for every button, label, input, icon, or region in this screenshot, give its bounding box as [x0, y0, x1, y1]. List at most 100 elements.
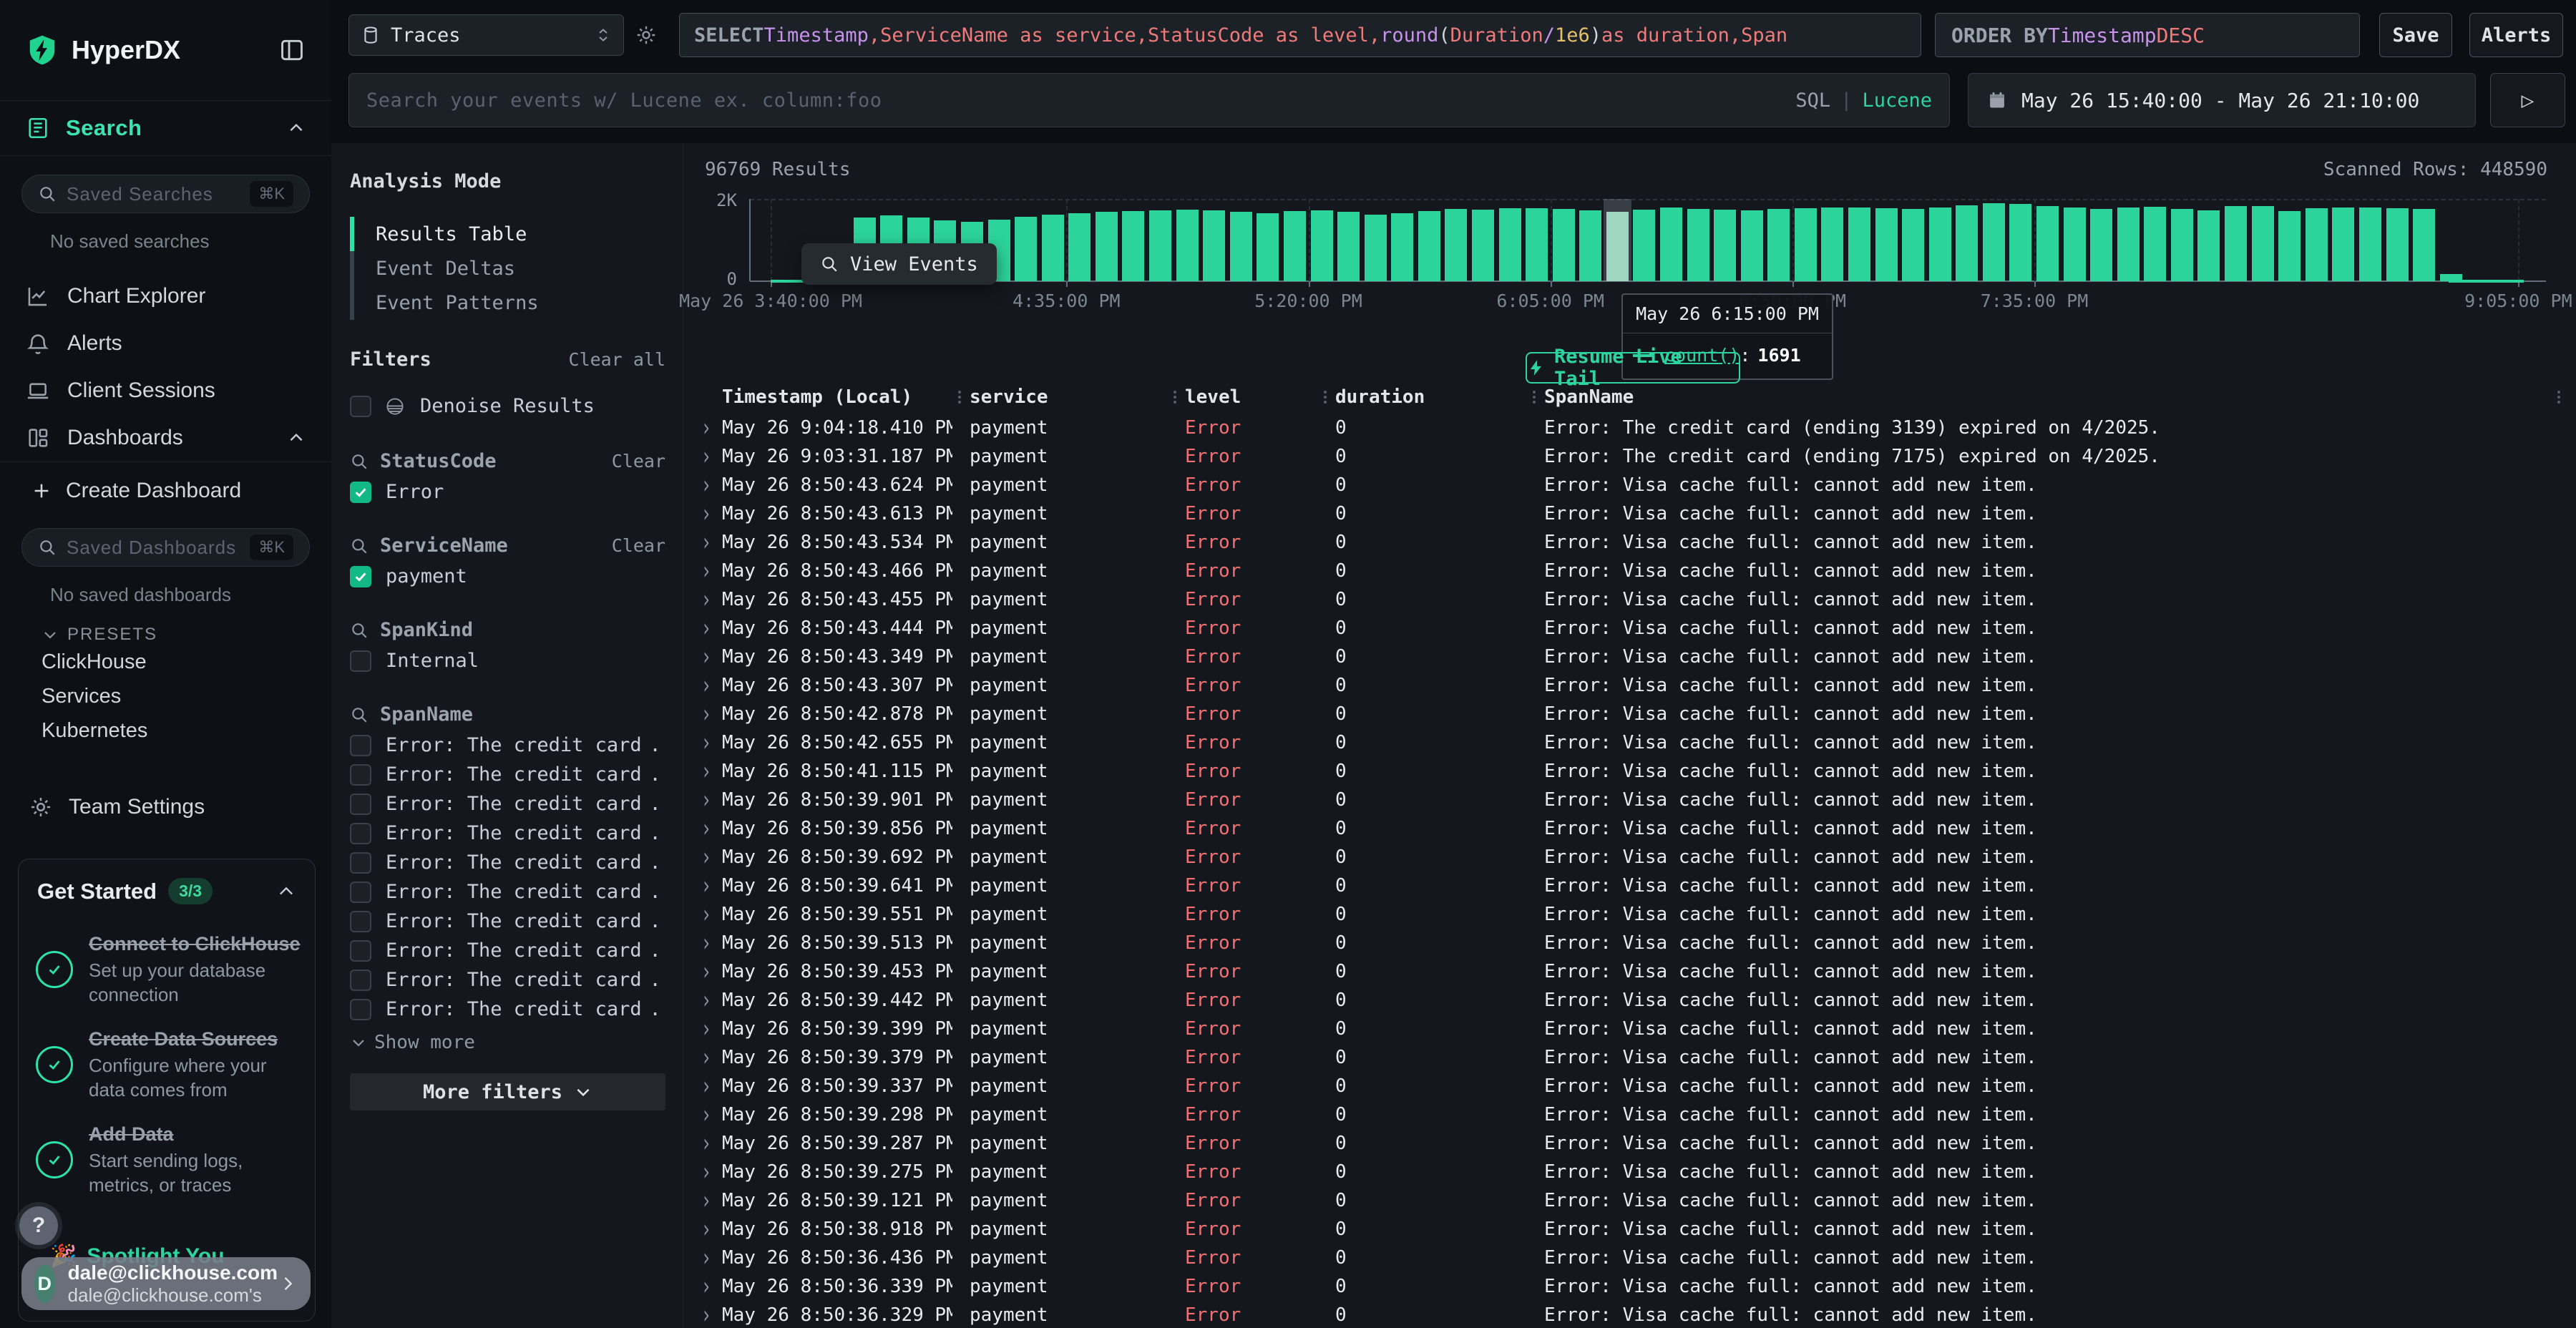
row-expander-chevron-icon[interactable]: ›: [691, 929, 722, 957]
histogram-bar[interactable]: [1767, 209, 1790, 281]
row-expander-chevron-icon[interactable]: ›: [691, 414, 722, 441]
filter-option[interactable]: Error: The credit card …: [350, 941, 665, 960]
view-events-button[interactable]: View Events: [801, 243, 997, 285]
get-started-item[interactable]: Connect to ClickHouseSet up your databas…: [36, 932, 301, 1007]
histogram-bar[interactable]: [1983, 203, 2005, 281]
table-row[interactable]: ›May 26 8:50:39.513 PMpaymentError0Error…: [691, 929, 2569, 957]
table-row[interactable]: ›May 26 8:50:36.339 PMpaymentError0Error…: [691, 1272, 2569, 1301]
table-row[interactable]: ›May 26 8:50:43.466 PMpaymentError0Error…: [691, 557, 2569, 585]
histogram-bar[interactable]: [1687, 209, 1709, 281]
histogram-bar[interactable]: [2252, 206, 2274, 281]
table-row[interactable]: ›May 26 8:50:39.442 PMpaymentError0Error…: [691, 986, 2569, 1015]
get-started-item[interactable]: Create Data SourcesConfigure where your …: [36, 1027, 301, 1102]
column-resize-handle[interactable]: [1318, 391, 1335, 404]
filter-option[interactable]: Error: The credit card …: [350, 765, 665, 784]
histogram-bar[interactable]: [1499, 208, 1521, 281]
histogram-bar[interactable]: [1956, 205, 1978, 281]
table-row[interactable]: ›May 26 8:50:38.918 PMpaymentError0Error…: [691, 1215, 2569, 1244]
table-row[interactable]: ›May 26 8:50:42.655 PMpaymentError0Error…: [691, 728, 2569, 757]
histogram-bar[interactable]: [1122, 211, 1144, 281]
histogram-bar[interactable]: [1741, 210, 1763, 281]
table-row[interactable]: ›May 26 8:50:39.641 PMpaymentError0Error…: [691, 872, 2569, 900]
histogram-bar[interactable]: [2225, 206, 2247, 281]
row-expander-chevron-icon[interactable]: ›: [691, 1272, 722, 1300]
row-expander-chevron-icon[interactable]: ›: [691, 1301, 722, 1328]
histogram-bar[interactable]: [1929, 208, 1951, 282]
histogram-bar[interactable]: [1230, 212, 1252, 281]
column-resize-handle[interactable]: [1168, 391, 1185, 404]
drag-handle-icon[interactable]: [958, 391, 964, 404]
column-resize-handle[interactable]: [2552, 391, 2569, 404]
clear-filter-link[interactable]: Clear: [612, 451, 665, 472]
row-expander-chevron-icon[interactable]: ›: [691, 585, 722, 613]
histogram-bar[interactable]: [2036, 206, 2059, 281]
row-expander-chevron-icon[interactable]: ›: [691, 814, 722, 842]
table-row[interactable]: ›May 26 8:50:39.901 PMpaymentError0Error…: [691, 786, 2569, 814]
checkbox-unchecked[interactable]: [350, 396, 371, 417]
histogram-bar[interactable]: [1096, 212, 1118, 281]
histogram-bar[interactable]: [1391, 213, 1413, 281]
histogram-bar[interactable]: [1875, 208, 1898, 281]
filter-option[interactable]: payment: [350, 567, 665, 586]
table-row[interactable]: ›May 26 8:50:39.379 PMpaymentError0Error…: [691, 1043, 2569, 1072]
table-row[interactable]: ›May 26 8:50:39.298 PMpaymentError0Error…: [691, 1100, 2569, 1129]
table-row[interactable]: ›May 26 8:50:39.399 PMpaymentError0Error…: [691, 1015, 2569, 1043]
column-header-service[interactable]: service: [970, 386, 1168, 408]
histogram-bar[interactable]: [2009, 204, 2031, 281]
histogram-bar[interactable]: [1015, 217, 1037, 281]
row-expander-chevron-icon[interactable]: ›: [691, 528, 722, 556]
drag-handle-icon[interactable]: [2557, 391, 2563, 404]
histogram-bar[interactable]: [2440, 274, 2462, 281]
drag-handle-icon[interactable]: [1174, 391, 1179, 404]
row-expander-chevron-icon[interactable]: ›: [691, 499, 722, 527]
table-row[interactable]: ›May 26 8:50:42.878 PMpaymentError0Error…: [691, 700, 2569, 728]
row-expander-chevron-icon[interactable]: ›: [691, 872, 722, 899]
checkbox-unchecked[interactable]: [350, 852, 371, 874]
preset-item-kubernetes[interactable]: Kubernetes: [42, 713, 331, 748]
row-expander-chevron-icon[interactable]: ›: [691, 1072, 722, 1100]
presets-toggle[interactable]: PRESETS: [42, 625, 331, 645]
tab-event-patterns[interactable]: Event Patterns: [350, 285, 665, 320]
checkbox-unchecked[interactable]: [350, 911, 371, 932]
run-query-button[interactable]: ▷: [2490, 73, 2565, 127]
row-expander-chevron-icon[interactable]: ›: [691, 557, 722, 585]
row-expander-chevron-icon[interactable]: ›: [691, 957, 722, 985]
histogram-bar[interactable]: [2064, 208, 2086, 281]
histogram-bar[interactable]: [1714, 210, 1736, 281]
histogram-bar[interactable]: [2386, 208, 2409, 281]
table-row[interactable]: ›May 26 8:50:43.307 PMpaymentError0Error…: [691, 671, 2569, 700]
denoise-results-checkbox[interactable]: Denoise Results: [350, 395, 665, 417]
select-clause-input[interactable]: SELECT Timestamp, ServiceName as service…: [679, 13, 1921, 57]
histogram-bar[interactable]: [1553, 209, 1575, 281]
column-header-duration[interactable]: duration: [1335, 386, 1527, 408]
histogram-bar[interactable]: [2332, 208, 2354, 281]
chevron-up-icon[interactable]: [276, 882, 296, 902]
sidebar-item-chart-explorer[interactable]: Chart Explorer: [0, 273, 331, 320]
checkbox-unchecked[interactable]: [350, 650, 371, 672]
histogram-bar[interactable]: [2359, 208, 2381, 281]
events-histogram[interactable]: May 26 3:40:00 PM4:35:00 PM5:20:00 PM6:0…: [750, 199, 2546, 281]
checkbox-unchecked[interactable]: [350, 794, 371, 815]
saved-searches-input[interactable]: Saved Searches ⌘K: [21, 175, 310, 213]
drag-handle-icon[interactable]: [1533, 391, 1538, 404]
histogram-bar[interactable]: [1606, 212, 1629, 281]
filter-option[interactable]: Error: [350, 482, 665, 502]
filter-option[interactable]: Error: The credit card …: [350, 1000, 665, 1019]
clear-filter-link[interactable]: Clear: [612, 535, 665, 556]
checkbox-unchecked[interactable]: [350, 999, 371, 1020]
table-row[interactable]: ›May 26 8:50:43.455 PMpaymentError0Error…: [691, 585, 2569, 614]
table-row[interactable]: ›May 26 8:50:41.115 PMpaymentError0Error…: [691, 757, 2569, 786]
clear-all-link[interactable]: Clear all: [569, 349, 665, 370]
source-select[interactable]: Traces: [348, 14, 624, 56]
table-row[interactable]: ›May 26 8:50:39.337 PMpaymentError0Error…: [691, 1072, 2569, 1100]
histogram-bar[interactable]: [1176, 210, 1199, 281]
table-row[interactable]: ›May 26 8:50:43.444 PMpaymentError0Error…: [691, 614, 2569, 643]
histogram-bar[interactable]: [1042, 215, 1064, 281]
filter-option[interactable]: Error: The credit card …: [350, 970, 665, 990]
checkbox-unchecked[interactable]: [350, 764, 371, 786]
source-settings-gear-icon[interactable]: [635, 24, 658, 47]
row-expander-chevron-icon[interactable]: ›: [691, 671, 722, 699]
table-row[interactable]: ›May 26 8:50:39.453 PMpaymentError0Error…: [691, 957, 2569, 986]
mode-lucene[interactable]: Lucene: [1862, 89, 1932, 112]
histogram-bar[interactable]: [1821, 208, 1843, 282]
